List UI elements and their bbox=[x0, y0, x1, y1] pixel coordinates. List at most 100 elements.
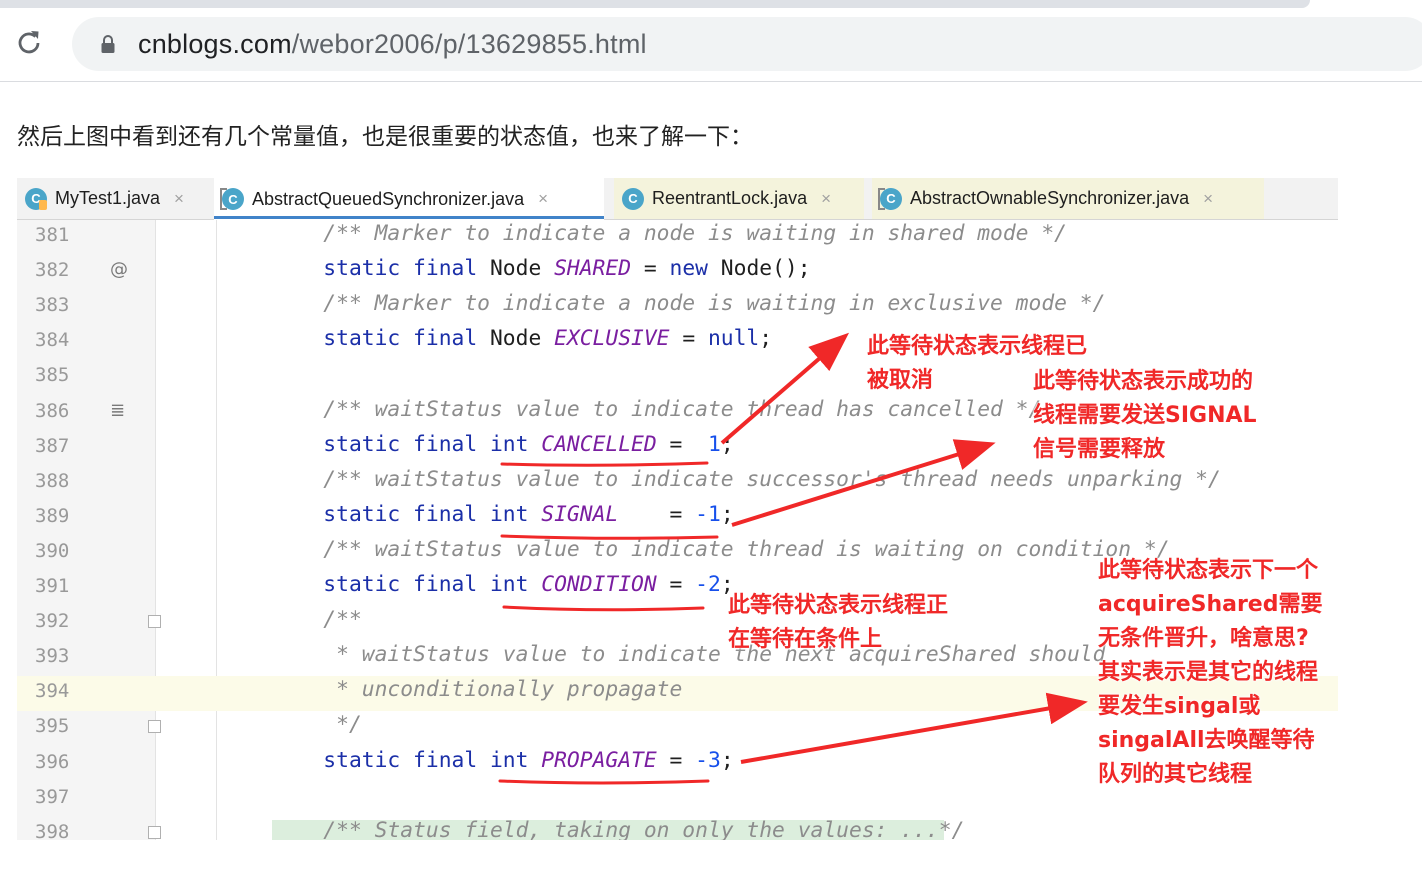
annotation-propagate: 此等待状态表示下一个 acquireShared需要 无条件晋升，啥意思? 其实… bbox=[1098, 554, 1322, 792]
annotation-line: 队列的其它线程 bbox=[1098, 762, 1253, 787]
comment-token: /** waitStatus value to indicate thread … bbox=[323, 396, 1042, 422]
annotation-condition: 此等待状态表示线程正 在等待在条件上 bbox=[728, 589, 948, 657]
code-text: /** Status field, taking on only the val… bbox=[272, 818, 964, 840]
code-line[interactable]: 388 /** waitStatus value to indicate suc… bbox=[17, 464, 1338, 499]
comment-token: /** Status field, taking on only the val… bbox=[323, 817, 965, 840]
reload-icon bbox=[18, 31, 40, 54]
code-line[interactable]: 384 static final Node EXCLUSIVE = null; bbox=[17, 323, 1338, 358]
code-text: * waitStatus value to indicate the next … bbox=[272, 642, 1105, 667]
code-token: = bbox=[656, 431, 708, 457]
code-token: = bbox=[669, 326, 708, 352]
number-token: -1 bbox=[695, 501, 721, 527]
article-paragraph: 然后上图中看到还有几个常量值，也是很重要的状态值，也来了解一下： bbox=[17, 124, 753, 150]
annotation-line: 此等待状态表示下一个 bbox=[1098, 558, 1319, 583]
number-token: -3 bbox=[695, 747, 721, 773]
structure-icon[interactable]: ≣ bbox=[110, 400, 125, 421]
code-token: Node bbox=[489, 256, 555, 282]
url-host: cnblogs.com bbox=[138, 28, 292, 59]
line-number: 387 bbox=[35, 434, 70, 457]
fold-toggle-icon[interactable] bbox=[148, 615, 161, 629]
tab-mytest1[interactable]: C MyTest1.java × bbox=[17, 178, 213, 219]
java-class-icon: C bbox=[25, 187, 47, 210]
line-number: 397 bbox=[35, 785, 70, 808]
comment-token: */ bbox=[323, 712, 362, 738]
code-text: static final int SIGNAL = -1; bbox=[272, 501, 734, 527]
code-token: = bbox=[656, 572, 696, 597]
tab-abstract-ownable-synchronizer[interactable]: C AbstractOwnableSynchronizer.java × bbox=[872, 178, 1264, 219]
line-number: 390 bbox=[35, 539, 70, 562]
override-marker-icon[interactable]: @ bbox=[110, 259, 128, 280]
code-line[interactable]: 389 static final int SIGNAL = -1; bbox=[17, 499, 1338, 534]
line-number: 395 bbox=[35, 715, 70, 738]
code-token: = bbox=[656, 747, 696, 773]
keyword-token: static final int bbox=[323, 431, 542, 457]
code-line[interactable]: 383 /** Marker to indicate a node is wai… bbox=[17, 288, 1338, 323]
field-token: EXCLUSIVE bbox=[554, 326, 670, 352]
line-number: 392 bbox=[35, 610, 70, 633]
code-token: ; bbox=[720, 747, 734, 773]
line-number: 385 bbox=[35, 364, 70, 387]
keyword-token: static final int bbox=[323, 572, 542, 597]
line-number: 383 bbox=[35, 294, 70, 317]
annotation-line: acquireShared需要 bbox=[1098, 592, 1323, 617]
tab-reentrant-lock[interactable]: C ReentrantLock.java × bbox=[614, 178, 864, 219]
field-token: SIGNAL bbox=[541, 501, 619, 527]
code-line[interactable]: 398 /** Status field, taking on only the… bbox=[17, 815, 1338, 840]
number-token: -2 bbox=[695, 572, 721, 597]
annotation-line: 此等待状态表示线程正 bbox=[728, 593, 949, 618]
code-text: */ bbox=[272, 712, 362, 737]
code-token: ; bbox=[720, 431, 734, 457]
line-number: 398 bbox=[35, 820, 70, 840]
tab-label: AbstractOwnableSynchronizer.java bbox=[910, 188, 1190, 208]
tab-label: AbstractQueuedSynchronizer.java bbox=[252, 188, 525, 209]
field-token: SHARED bbox=[554, 256, 632, 282]
field-token: CONDITION bbox=[541, 572, 657, 597]
code-token: = bbox=[631, 256, 670, 282]
code-token: ; bbox=[720, 501, 734, 527]
field-token: PROPAGATE bbox=[541, 747, 657, 773]
field-token: CANCELLED bbox=[541, 431, 657, 457]
close-icon[interactable]: × bbox=[1203, 189, 1213, 209]
code-line[interactable]: 382 @ static final Node SHARED = new Node… bbox=[17, 253, 1338, 288]
browser-tab-strip bbox=[0, 0, 1310, 8]
line-number: 386 bbox=[35, 399, 70, 422]
keyword-token: static final bbox=[323, 326, 490, 352]
code-text: * unconditionally propagate bbox=[272, 677, 682, 702]
keyword-token: new bbox=[669, 256, 721, 282]
editor-tab-bar: C MyTest1.java × C AbstractQueuedSynchro… bbox=[17, 178, 1338, 220]
code-text: static final int CANCELLED = 1; bbox=[272, 431, 734, 457]
keyword-token: static final bbox=[323, 256, 490, 282]
address-bar[interactable]: cnblogs.com/webor2006/p/13629855.html bbox=[72, 17, 1422, 71]
close-icon[interactable]: × bbox=[538, 189, 548, 209]
reload-button[interactable] bbox=[12, 26, 46, 60]
line-number: 381 bbox=[35, 224, 70, 246]
line-number: 393 bbox=[35, 645, 70, 668]
code-line[interactable]: 381 /** Marker to indicate a node is wai… bbox=[17, 218, 1338, 253]
code-text: static final Node SHARED = new Node(); bbox=[272, 256, 811, 282]
fold-toggle-icon[interactable] bbox=[148, 720, 161, 734]
close-icon[interactable]: × bbox=[821, 189, 831, 209]
close-icon[interactable]: × bbox=[174, 189, 184, 209]
fold-toggle-icon[interactable] bbox=[148, 825, 161, 839]
url-text[interactable]: cnblogs.com/webor2006/p/13629855.html bbox=[138, 29, 647, 60]
code-token: Node(); bbox=[720, 256, 811, 282]
code-token: Node bbox=[489, 326, 555, 352]
annotation-line: 此等待状态表示线程已 bbox=[867, 334, 1088, 359]
tab-abstract-queued-synchronizer[interactable]: C AbstractQueuedSynchronizer.java × bbox=[214, 178, 604, 220]
code-text: /** waitStatus value to indicate success… bbox=[272, 467, 1221, 492]
annotation-line: 线程需要发送SIGNAL bbox=[1033, 403, 1257, 428]
